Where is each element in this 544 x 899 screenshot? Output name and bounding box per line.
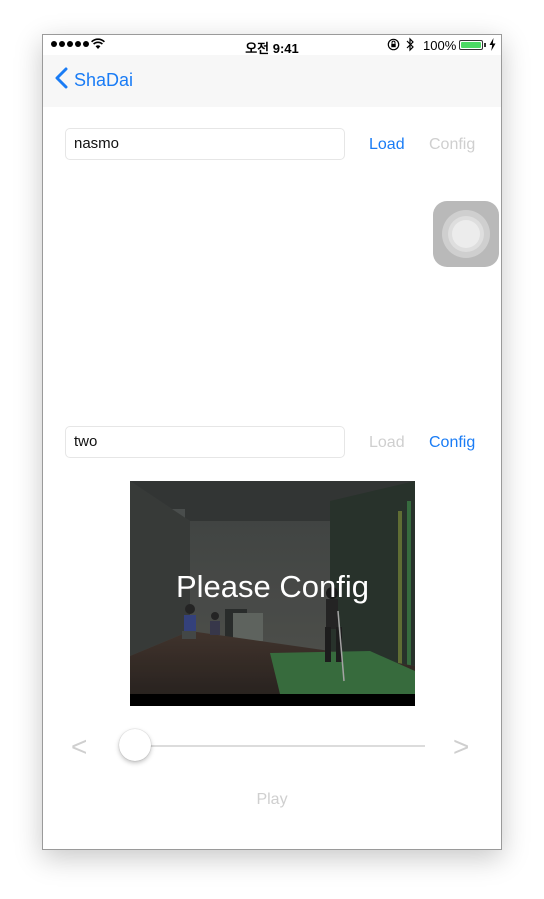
playback-slider-thumb[interactable] [119,729,151,761]
bluetooth-icon [405,37,415,55]
back-button-label: ShaDai [74,70,134,90]
chevron-left-icon [55,67,68,94]
navigation-bar: ShaDai [43,55,501,107]
status-bar: 오전 9:41 100% [43,35,501,56]
battery-icon [459,40,483,50]
rotation-lock-icon [387,38,400,54]
play-button[interactable]: Play [43,791,501,809]
battery-cap [484,43,486,47]
back-button[interactable]: ShaDai [55,67,133,94]
charging-icon [489,38,496,54]
playback-slider-track[interactable] [135,745,425,747]
previous-frame-button[interactable]: < [71,731,87,763]
video-name-input-1[interactable] [65,128,345,160]
next-frame-button[interactable]: > [453,731,469,763]
load-button-2[interactable]: Load [369,434,405,452]
video-preview[interactable]: Please Config [130,481,415,706]
phone-screen: 오전 9:41 100% ShaDai nasmo Load Config tw… [42,34,502,850]
config-button-1[interactable]: Config [429,136,475,154]
config-button-2[interactable]: Config [429,434,475,452]
load-button-1[interactable]: Load [369,136,405,154]
battery-percent: 100% [423,38,457,53]
video-name-field-2[interactable] [74,427,336,457]
video-name-field-1[interactable] [74,129,336,159]
video-overlay-message: Please Config [175,569,369,604]
video-name-input-2[interactable] [65,426,345,458]
assistive-touch-button[interactable] [433,201,499,267]
